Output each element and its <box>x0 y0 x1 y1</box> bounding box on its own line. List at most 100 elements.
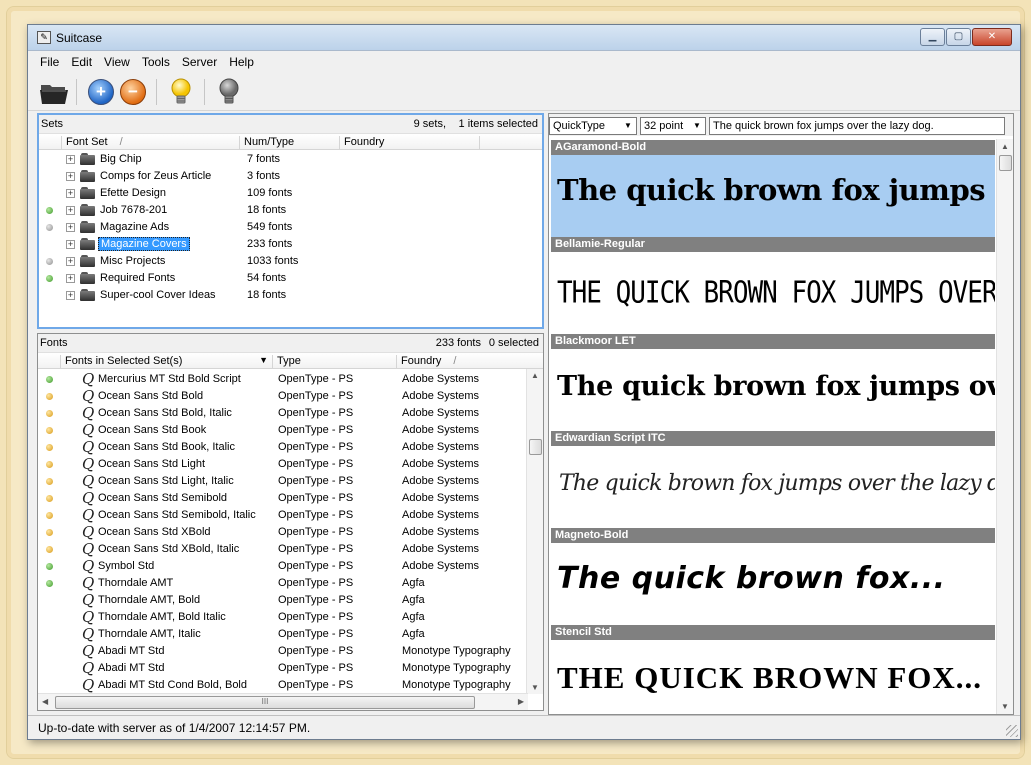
close-button[interactable]: ✕ <box>972 28 1012 46</box>
expand-icon[interactable]: + <box>66 172 75 181</box>
font-file-icon: Q <box>82 489 95 507</box>
font-sample[interactable]: Magneto-Bold The quick brown fox... <box>551 528 995 625</box>
font-row[interactable]: Q Ocean Sans Std Book OpenType - PS Adobe S… <box>38 422 543 439</box>
title-bar[interactable]: ✎ Suitcase ▁ ▢ ✕ <box>28 25 1020 51</box>
expand-icon[interactable]: + <box>66 274 75 283</box>
folder-icon <box>80 221 95 233</box>
font-row[interactable]: Q Ocean Sans Std XBold OpenType - PS Adobe … <box>38 524 543 541</box>
font-row[interactable]: Q Thorndale AMT, Italic OpenType - PS Agfa <box>38 626 543 643</box>
set-row[interactable]: + Efette Design 109 fonts <box>39 185 542 202</box>
column-font-set[interactable]: Font Set / <box>61 136 239 150</box>
set-row[interactable]: + Comps for Zeus Article 3 fonts <box>39 168 542 185</box>
font-row[interactable]: Q Abadi MT Std OpenType - PS Monotype Typog… <box>38 660 543 677</box>
set-name: Required Fonts <box>100 272 176 284</box>
add-button[interactable]: + <box>85 76 117 108</box>
expand-icon[interactable]: + <box>66 189 75 198</box>
sets-label: Sets <box>41 118 64 130</box>
column-num-type[interactable]: Num/Type <box>239 136 339 150</box>
font-name: Ocean Sans Std Book, Italic <box>98 441 235 453</box>
font-row[interactable]: Q Ocean Sans Std Bold OpenType - PS Adobe S… <box>38 388 543 405</box>
font-row[interactable]: Q Ocean Sans Std XBold, Italic OpenType - … <box>38 541 543 558</box>
font-row[interactable]: Q Symbol Std OpenType - PS Adobe Systems <box>38 558 543 575</box>
font-type: OpenType - PS <box>278 594 354 606</box>
font-samples-list: AGaramond-Bold The quick brown fox jumps … <box>551 140 995 712</box>
font-row[interactable]: Q Ocean Sans Std Light, Italic OpenType - … <box>38 473 543 490</box>
scroll-down-icon[interactable]: ▼ <box>1001 702 1009 711</box>
column-type[interactable]: Type <box>272 355 396 369</box>
open-folder-button[interactable] <box>38 76 70 108</box>
font-foundry: Adobe Systems <box>402 543 480 555</box>
font-sample[interactable]: Blackmoor LET The quick brown fox jumps o… <box>551 334 995 431</box>
expand-icon[interactable]: + <box>66 291 75 300</box>
remove-button[interactable]: − <box>117 76 149 108</box>
menu-file[interactable]: File <box>34 52 65 72</box>
font-sample[interactable]: Bellamie-Regular THE QUICK BROWN FOX JUMP… <box>551 237 995 334</box>
font-foundry: Adobe Systems <box>402 509 480 521</box>
scroll-up-icon[interactable]: ▲ <box>531 371 539 380</box>
preview-scrollbar[interactable]: ▲ ▼ <box>996 139 1013 714</box>
font-row[interactable]: Q Ocean Sans Std Semibold OpenType - PS Ado… <box>38 490 543 507</box>
menu-view[interactable]: View <box>98 52 136 72</box>
maximize-button[interactable]: ▢ <box>946 28 971 46</box>
expand-icon[interactable]: + <box>66 240 75 249</box>
font-row[interactable]: Q Mercurius MT Std Bold Script OpenType - … <box>38 371 543 388</box>
font-row[interactable]: Q Ocean Sans Std Semibold, Italic OpenType… <box>38 507 543 524</box>
font-sample[interactable]: AGaramond-Bold The quick brown fox jumps … <box>551 140 995 237</box>
menu-edit[interactable]: Edit <box>65 52 98 72</box>
menu-bar: File Edit View Tools Server Help <box>28 52 1020 72</box>
font-row[interactable]: Q Ocean Sans Std Book, Italic OpenType - P… <box>38 439 543 456</box>
menu-tools[interactable]: Tools <box>136 52 176 72</box>
set-row[interactable]: + Magazine Covers 233 fonts <box>39 236 542 253</box>
font-row[interactable]: Q Thorndale AMT, Bold Italic OpenType - PS… <box>38 609 543 626</box>
set-row[interactable]: + Misc Projects 1033 fonts <box>39 253 542 270</box>
menu-server[interactable]: Server <box>176 52 223 72</box>
scroll-right-icon[interactable]: ▶ <box>518 697 524 706</box>
font-sample[interactable]: Stencil Std THE QUICK BROWN FOX... <box>551 625 995 712</box>
deactivate-button[interactable] <box>213 76 245 108</box>
expand-icon[interactable]: + <box>66 223 75 232</box>
sample-text-input[interactable]: The quick brown fox jumps over the lazy … <box>709 117 1005 135</box>
set-row[interactable]: + Magazine Ads 549 fonts <box>39 219 542 236</box>
scroll-down-icon[interactable]: ▼ <box>531 683 539 692</box>
font-row[interactable]: Q Thorndale AMT OpenType - PS Agfa <box>38 575 543 592</box>
set-row[interactable]: + Super-cool Cover Ideas 18 fonts <box>39 287 542 304</box>
font-file-icon: Q <box>82 676 95 694</box>
scroll-up-icon[interactable]: ▲ <box>1001 142 1009 151</box>
font-sample-header: AGaramond-Bold <box>551 140 995 155</box>
resize-grip-icon[interactable] <box>1006 725 1018 737</box>
font-type: OpenType - PS <box>278 560 354 572</box>
set-row[interactable]: + Big Chip 7 fonts <box>39 151 542 168</box>
font-row[interactable]: Q Abadi MT Std Cond Bold, Bold OpenType - … <box>38 677 543 694</box>
status-dot-icon <box>46 376 53 383</box>
column-foundry-fonts[interactable]: Foundry / <box>396 355 526 369</box>
preview-scroll-thumb[interactable] <box>999 155 1012 171</box>
font-name: Ocean Sans Std Bold, Italic <box>98 407 232 419</box>
font-row[interactable]: Q Abadi MT Std OpenType - PS Monotype Typog… <box>38 643 543 660</box>
expand-icon[interactable]: + <box>66 155 75 164</box>
font-row[interactable]: Q Ocean Sans Std Bold, Italic OpenType - P… <box>38 405 543 422</box>
fonts-scroll-thumb[interactable] <box>529 439 542 455</box>
font-row[interactable]: Q Thorndale AMT, Bold OpenType - PS Agfa <box>38 592 543 609</box>
fonts-vertical-scrollbar[interactable]: ▲ ▼ <box>526 369 543 694</box>
minimize-button[interactable]: ▁ <box>920 28 945 46</box>
set-row[interactable]: + Required Fonts 54 fonts <box>39 270 542 287</box>
preview-mode-select[interactable]: QuickType ▼ <box>549 117 637 135</box>
expand-icon[interactable]: + <box>66 206 75 215</box>
column-foundry[interactable]: Foundry <box>339 136 479 150</box>
font-sample[interactable]: Edwardian Script ITC The quick brown fox … <box>551 431 995 528</box>
font-type: OpenType - PS <box>278 679 354 691</box>
activate-button[interactable] <box>165 76 197 108</box>
font-foundry: Monotype Typography <box>402 662 511 674</box>
expand-icon[interactable]: + <box>66 257 75 266</box>
scroll-left-icon[interactable]: ◀ <box>42 697 48 706</box>
column-fonts-in-set[interactable]: Fonts in Selected Set(s) ▼ <box>60 355 272 369</box>
font-type: OpenType - PS <box>278 424 354 436</box>
fonts-horizontal-scrollbar[interactable]: ◀ III ▶ <box>38 693 528 710</box>
set-row[interactable]: + Job 7678-201 18 fonts <box>39 202 542 219</box>
point-size-select[interactable]: 32 point ▼ <box>640 117 706 135</box>
status-dot-icon <box>46 495 53 502</box>
column-dropdown-icon[interactable]: ▼ <box>259 355 268 365</box>
fonts-hscroll-thumb[interactable]: III <box>55 696 475 709</box>
font-row[interactable]: Q Ocean Sans Std Light OpenType - PS Adobe … <box>38 456 543 473</box>
menu-help[interactable]: Help <box>223 52 260 72</box>
